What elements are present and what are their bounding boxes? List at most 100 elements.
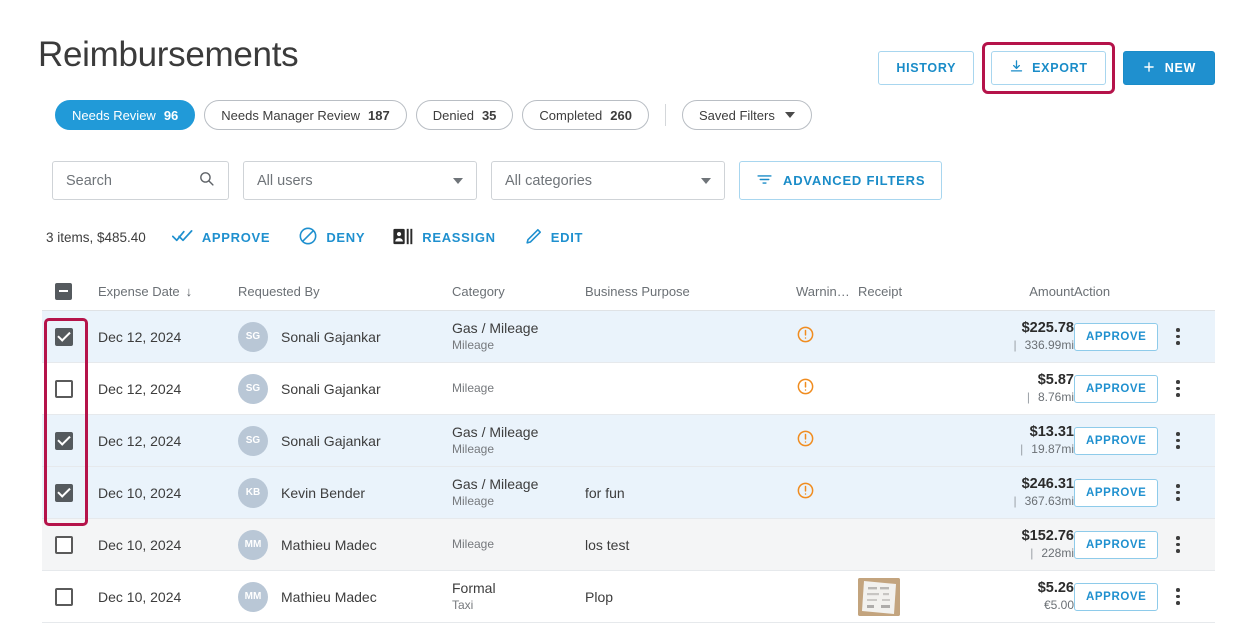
bulk-edit-button[interactable]: EDIT	[524, 227, 583, 249]
bulk-deny-label: DENY	[326, 230, 365, 245]
row-amount-cell: $246.31|367.63mi	[976, 475, 1074, 509]
row-more-menu-icon[interactable]	[1174, 325, 1182, 348]
row-amount-sub: €5.00	[1044, 598, 1074, 614]
chevron-down-icon	[701, 178, 711, 184]
row-category: Gas / Mileage	[452, 476, 538, 494]
row-more-menu-icon[interactable]	[1174, 533, 1182, 556]
selection-summary: 3 items, $485.40	[46, 230, 146, 245]
table-row[interactable]: Dec 12, 2024SGSonali GajankarMileage$5.8…	[42, 363, 1215, 415]
row-action-cell: APPROVE	[1074, 531, 1209, 559]
row-checkbox[interactable]	[55, 588, 73, 606]
row-approve-button[interactable]: APPROVE	[1074, 583, 1158, 611]
bulk-reassign-button[interactable]: REASSIGN	[393, 228, 496, 248]
table-row[interactable]: Dec 10, 2024MMMathieu MadecMileagelos te…	[42, 519, 1215, 571]
export-highlight-box: EXPORT	[982, 42, 1115, 94]
chevron-down-icon	[785, 112, 795, 118]
row-category-sub: Mileage	[452, 537, 494, 552]
download-icon	[1009, 59, 1024, 77]
table-row[interactable]: Dec 12, 2024SGSonali GajankarGas / Milea…	[42, 415, 1215, 467]
table-row[interactable]: Dec 12, 2024SGSonali GajankarGas / Milea…	[42, 311, 1215, 363]
row-warning-cell[interactable]	[796, 377, 858, 401]
row-checkbox[interactable]	[55, 328, 73, 346]
row-category-sub: Mileage	[452, 338, 538, 353]
row-expense-date: Dec 12, 2024	[98, 433, 238, 449]
table-row[interactable]: Dec 10, 2024MMMathieu MadecFormalTaxiPlo…	[42, 571, 1215, 623]
warning-icon[interactable]	[796, 377, 815, 401]
row-warning-cell[interactable]	[796, 429, 858, 453]
chip-needs-review[interactable]: Needs Review 96	[55, 100, 195, 130]
export-button[interactable]: EXPORT	[991, 51, 1106, 85]
row-more-menu-icon[interactable]	[1174, 585, 1182, 608]
row-warning-cell[interactable]	[796, 481, 858, 505]
row-checkbox[interactable]	[55, 432, 73, 450]
column-header-business-purpose[interactable]: Business Purpose	[585, 284, 796, 299]
row-requested-by-cell: SGSonali Gajankar	[238, 374, 452, 404]
table-body: Dec 12, 2024SGSonali GajankarGas / Milea…	[42, 311, 1215, 623]
categories-select[interactable]: All categories	[491, 161, 725, 200]
search-input[interactable]: Search	[52, 161, 229, 200]
column-header-category-label: Category	[452, 284, 505, 299]
advanced-filters-button[interactable]: ADVANCED FILTERS	[739, 161, 942, 200]
chip-completed[interactable]: Completed 260	[522, 100, 649, 130]
column-header-receipt[interactable]: Receipt	[858, 284, 976, 299]
row-category: Gas / Mileage	[452, 424, 538, 442]
select-all-checkbox[interactable]	[55, 283, 72, 300]
new-button-label: NEW	[1165, 61, 1196, 75]
sort-desc-icon: ↓	[186, 284, 193, 299]
column-header-amount[interactable]: Amount	[976, 284, 1074, 299]
avatar: MM	[238, 530, 268, 560]
row-requester-name: Kevin Bender	[281, 485, 365, 501]
column-header-amount-label: Amount	[1029, 284, 1074, 299]
row-action-cell: APPROVE	[1074, 323, 1209, 351]
categories-select-value: All categories	[505, 173, 701, 189]
row-more-menu-icon[interactable]	[1174, 377, 1182, 400]
column-header-requested-by[interactable]: Requested By	[238, 284, 452, 299]
table-row[interactable]: Dec 10, 2024KBKevin BenderGas / MileageM…	[42, 467, 1215, 519]
column-header-expense-date[interactable]: Expense Date ↓	[98, 284, 238, 299]
row-amount-sub: |367.63mi	[1014, 494, 1075, 510]
row-requested-by-cell: MMMathieu Madec	[238, 582, 452, 612]
row-approve-button[interactable]: APPROVE	[1074, 427, 1158, 455]
row-approve-button[interactable]: APPROVE	[1074, 479, 1158, 507]
chip-saved-filters[interactable]: Saved Filters	[682, 100, 812, 130]
row-amount: $152.76	[1022, 527, 1074, 546]
history-button[interactable]: HISTORY	[878, 51, 974, 85]
person-badge-icon	[393, 228, 414, 248]
new-button[interactable]: NEW	[1123, 51, 1215, 85]
column-header-category[interactable]: Category	[452, 284, 585, 299]
column-header-warnings[interactable]: Warnin…	[796, 284, 858, 299]
row-action-cell: APPROVE	[1074, 427, 1209, 455]
row-warning-cell[interactable]	[796, 325, 858, 349]
row-expense-date: Dec 10, 2024	[98, 485, 238, 501]
row-checkbox[interactable]	[55, 536, 73, 554]
users-select[interactable]: All users	[243, 161, 477, 200]
row-action-cell: APPROVE	[1074, 375, 1209, 403]
row-category-cell: Gas / MileageMileage	[452, 476, 585, 509]
column-header-action: Action	[1074, 284, 1209, 299]
avatar: MM	[238, 582, 268, 612]
avatar: SG	[238, 374, 268, 404]
row-amount: $13.31	[1030, 423, 1074, 442]
chip-needs-manager-review[interactable]: Needs Manager Review 187	[204, 100, 406, 130]
row-category-cell: Gas / MileageMileage	[452, 320, 585, 353]
table-header-row: Expense Date ↓ Requested By Category Bus…	[42, 272, 1215, 311]
row-more-menu-icon[interactable]	[1174, 429, 1182, 452]
row-requester-name: Sonali Gajankar	[281, 433, 381, 449]
search-input-placeholder: Search	[66, 173, 198, 189]
bulk-approve-button[interactable]: APPROVE	[172, 228, 270, 247]
chip-denied[interactable]: Denied 35	[416, 100, 514, 130]
bulk-deny-button[interactable]: DENY	[298, 226, 365, 249]
warning-icon[interactable]	[796, 325, 815, 349]
warning-icon[interactable]	[796, 481, 815, 505]
row-more-menu-icon[interactable]	[1174, 481, 1182, 504]
row-checkbox[interactable]	[55, 484, 73, 502]
row-category-sub: Mileage	[452, 494, 538, 509]
row-select-cell	[42, 484, 98, 502]
row-checkbox[interactable]	[55, 380, 73, 398]
row-approve-button[interactable]: APPROVE	[1074, 531, 1158, 559]
row-approve-button[interactable]: APPROVE	[1074, 323, 1158, 351]
warning-icon[interactable]	[796, 429, 815, 453]
receipt-thumbnail[interactable]	[858, 578, 900, 616]
row-expense-date: Dec 10, 2024	[98, 589, 238, 605]
row-approve-button[interactable]: APPROVE	[1074, 375, 1158, 403]
